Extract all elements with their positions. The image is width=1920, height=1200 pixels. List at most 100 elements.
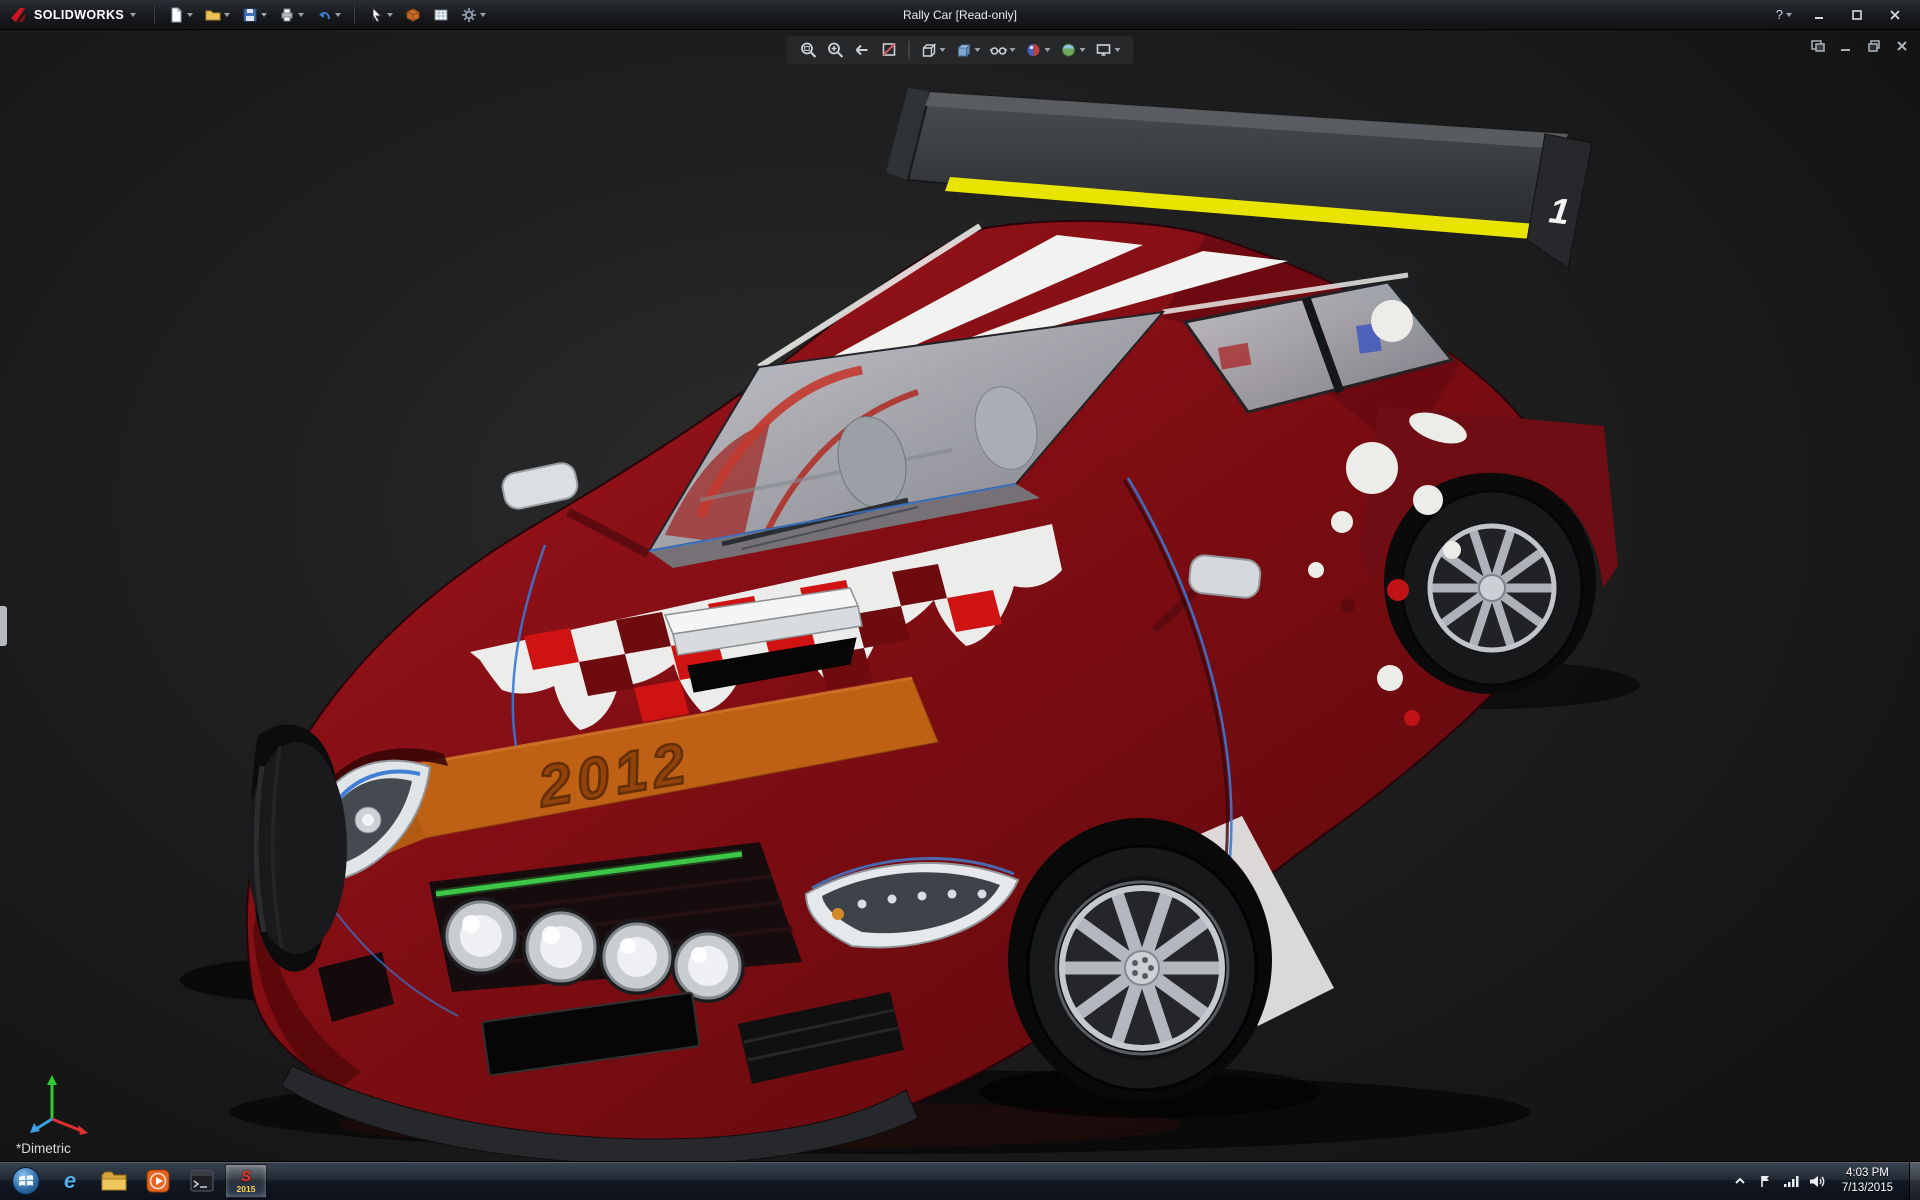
doc-restore-button[interactable] [1866, 38, 1882, 54]
titlebar: SOLIDWORKS [0, 0, 1920, 30]
maximize-icon [1851, 9, 1863, 21]
undo-icon [316, 7, 332, 23]
view-settings-icon [1095, 41, 1113, 59]
glasses-icon [990, 41, 1008, 59]
open-caret-icon [224, 13, 230, 17]
view-settings-caret-icon [1115, 48, 1121, 52]
view-toolbar [787, 36, 1134, 64]
section-view-icon [881, 41, 899, 59]
close-icon [1889, 9, 1901, 21]
component-button[interactable] [400, 3, 426, 27]
solidworks-glyph: S [241, 1169, 251, 1184]
toolbar-separator [354, 6, 355, 24]
undo-button[interactable] [311, 3, 346, 27]
graphics-area[interactable]: 1 [0, 30, 1920, 1161]
view-orientation-cube-icon [920, 41, 938, 59]
print-icon [279, 7, 295, 23]
front-right-wheel[interactable] [1008, 818, 1272, 1102]
open-button[interactable] [200, 3, 235, 27]
document-window-controls [1810, 38, 1910, 54]
new-caret-icon [187, 13, 193, 17]
options-button[interactable] [456, 3, 491, 27]
zoom-area-icon [827, 41, 845, 59]
save-caret-icon [261, 13, 267, 17]
network-icon[interactable] [1783, 1174, 1799, 1188]
view-orientation-button[interactable] [917, 39, 949, 61]
close-button[interactable] [1884, 5, 1906, 25]
gear-icon [461, 7, 477, 23]
help-button[interactable]: ? [1776, 7, 1792, 22]
sheet-grid-icon [433, 7, 449, 23]
doc-close-button[interactable] [1894, 38, 1910, 54]
doc-pane-button[interactable] [1810, 38, 1826, 54]
clock-time: 4:03 PM [1842, 1166, 1893, 1181]
internet-explorer-icon: e [64, 1168, 76, 1194]
media-player-icon [146, 1169, 170, 1193]
hide-show-caret-icon [1010, 48, 1016, 52]
section-view-button[interactable] [878, 39, 902, 61]
print-caret-icon [298, 13, 304, 17]
action-center-flag-icon[interactable] [1758, 1174, 1773, 1189]
start-button[interactable] [4, 1163, 48, 1199]
apply-scene-button[interactable] [1057, 39, 1089, 61]
view-toolbar-separator [909, 41, 910, 59]
taskbar-clock[interactable]: 4:03 PM 7/13/2015 [1836, 1166, 1899, 1196]
graphics-viewport[interactable]: 1 [0, 30, 1920, 1161]
solidworks-app-icon: S 2015 [237, 1169, 256, 1194]
taskbar: e S 2015 [0, 1161, 1920, 1200]
volume-icon[interactable] [1809, 1174, 1826, 1189]
display-style-caret-icon [975, 48, 981, 52]
help-label: ? [1776, 7, 1783, 22]
zoom-fit-button[interactable] [797, 39, 821, 61]
clock-date: 7/13/2015 [1842, 1181, 1893, 1196]
display-style-cube-icon [955, 41, 973, 59]
print-button[interactable] [274, 3, 309, 27]
view-settings-button[interactable] [1092, 39, 1124, 61]
previous-view-button[interactable] [851, 39, 875, 61]
window-controls: ? [1776, 5, 1912, 25]
sheet-button[interactable] [428, 3, 454, 27]
open-folder-icon [205, 7, 221, 23]
minimize-button[interactable] [1808, 5, 1830, 25]
taskbar-app-command-prompt[interactable] [181, 1164, 223, 1198]
system-tray: 4:03 PM 7/13/2015 [1732, 1162, 1920, 1200]
orientation-triad [22, 1061, 98, 1137]
appearance-ball-icon [1025, 41, 1043, 59]
window-title: Rally Car [Read-only] [903, 0, 1017, 30]
taskbar-app-internet-explorer[interactable]: e [49, 1164, 91, 1198]
hidden-icons-chevron[interactable] [1732, 1173, 1748, 1189]
zoom-area-button[interactable] [824, 39, 848, 61]
solidworks-version-badge: 2015 [237, 1185, 256, 1194]
new-file-icon [168, 7, 184, 23]
taskbar-app-media-player[interactable] [137, 1164, 179, 1198]
maximize-button[interactable] [1846, 5, 1868, 25]
workspace-caret-icon[interactable] [130, 13, 136, 17]
select-caret-icon [387, 13, 393, 17]
brand-text: SOLIDWORKS [34, 8, 124, 22]
solidworks-logo: SOLIDWORKS [8, 5, 136, 25]
toolbar-separator [154, 6, 155, 24]
scene-globe-icon [1060, 41, 1078, 59]
view-orientation-caret-icon [940, 48, 946, 52]
folder-icon [101, 1170, 127, 1192]
select-button[interactable] [363, 3, 398, 27]
new-button[interactable] [163, 3, 198, 27]
doc-minimize-button[interactable] [1838, 38, 1854, 54]
panel-splitter-handle[interactable] [0, 606, 7, 646]
display-style-button[interactable] [952, 39, 984, 61]
taskbar-app-solidworks[interactable]: S 2015 [225, 1164, 267, 1198]
scene-caret-icon [1080, 48, 1086, 52]
hide-show-items-button[interactable] [987, 39, 1019, 61]
edit-appearance-button[interactable] [1022, 39, 1054, 61]
show-desktop-button[interactable] [1909, 1162, 1920, 1200]
command-prompt-icon [190, 1170, 214, 1192]
minimize-icon [1813, 9, 1825, 21]
view-orientation-label: *Dimetric [16, 1141, 71, 1156]
options-caret-icon [480, 13, 486, 17]
appearance-caret-icon [1045, 48, 1051, 52]
select-cursor-icon [368, 7, 384, 23]
component-cube-icon [405, 7, 421, 23]
save-floppy-icon [242, 7, 258, 23]
save-button[interactable] [237, 3, 272, 27]
taskbar-app-file-explorer[interactable] [93, 1164, 135, 1198]
